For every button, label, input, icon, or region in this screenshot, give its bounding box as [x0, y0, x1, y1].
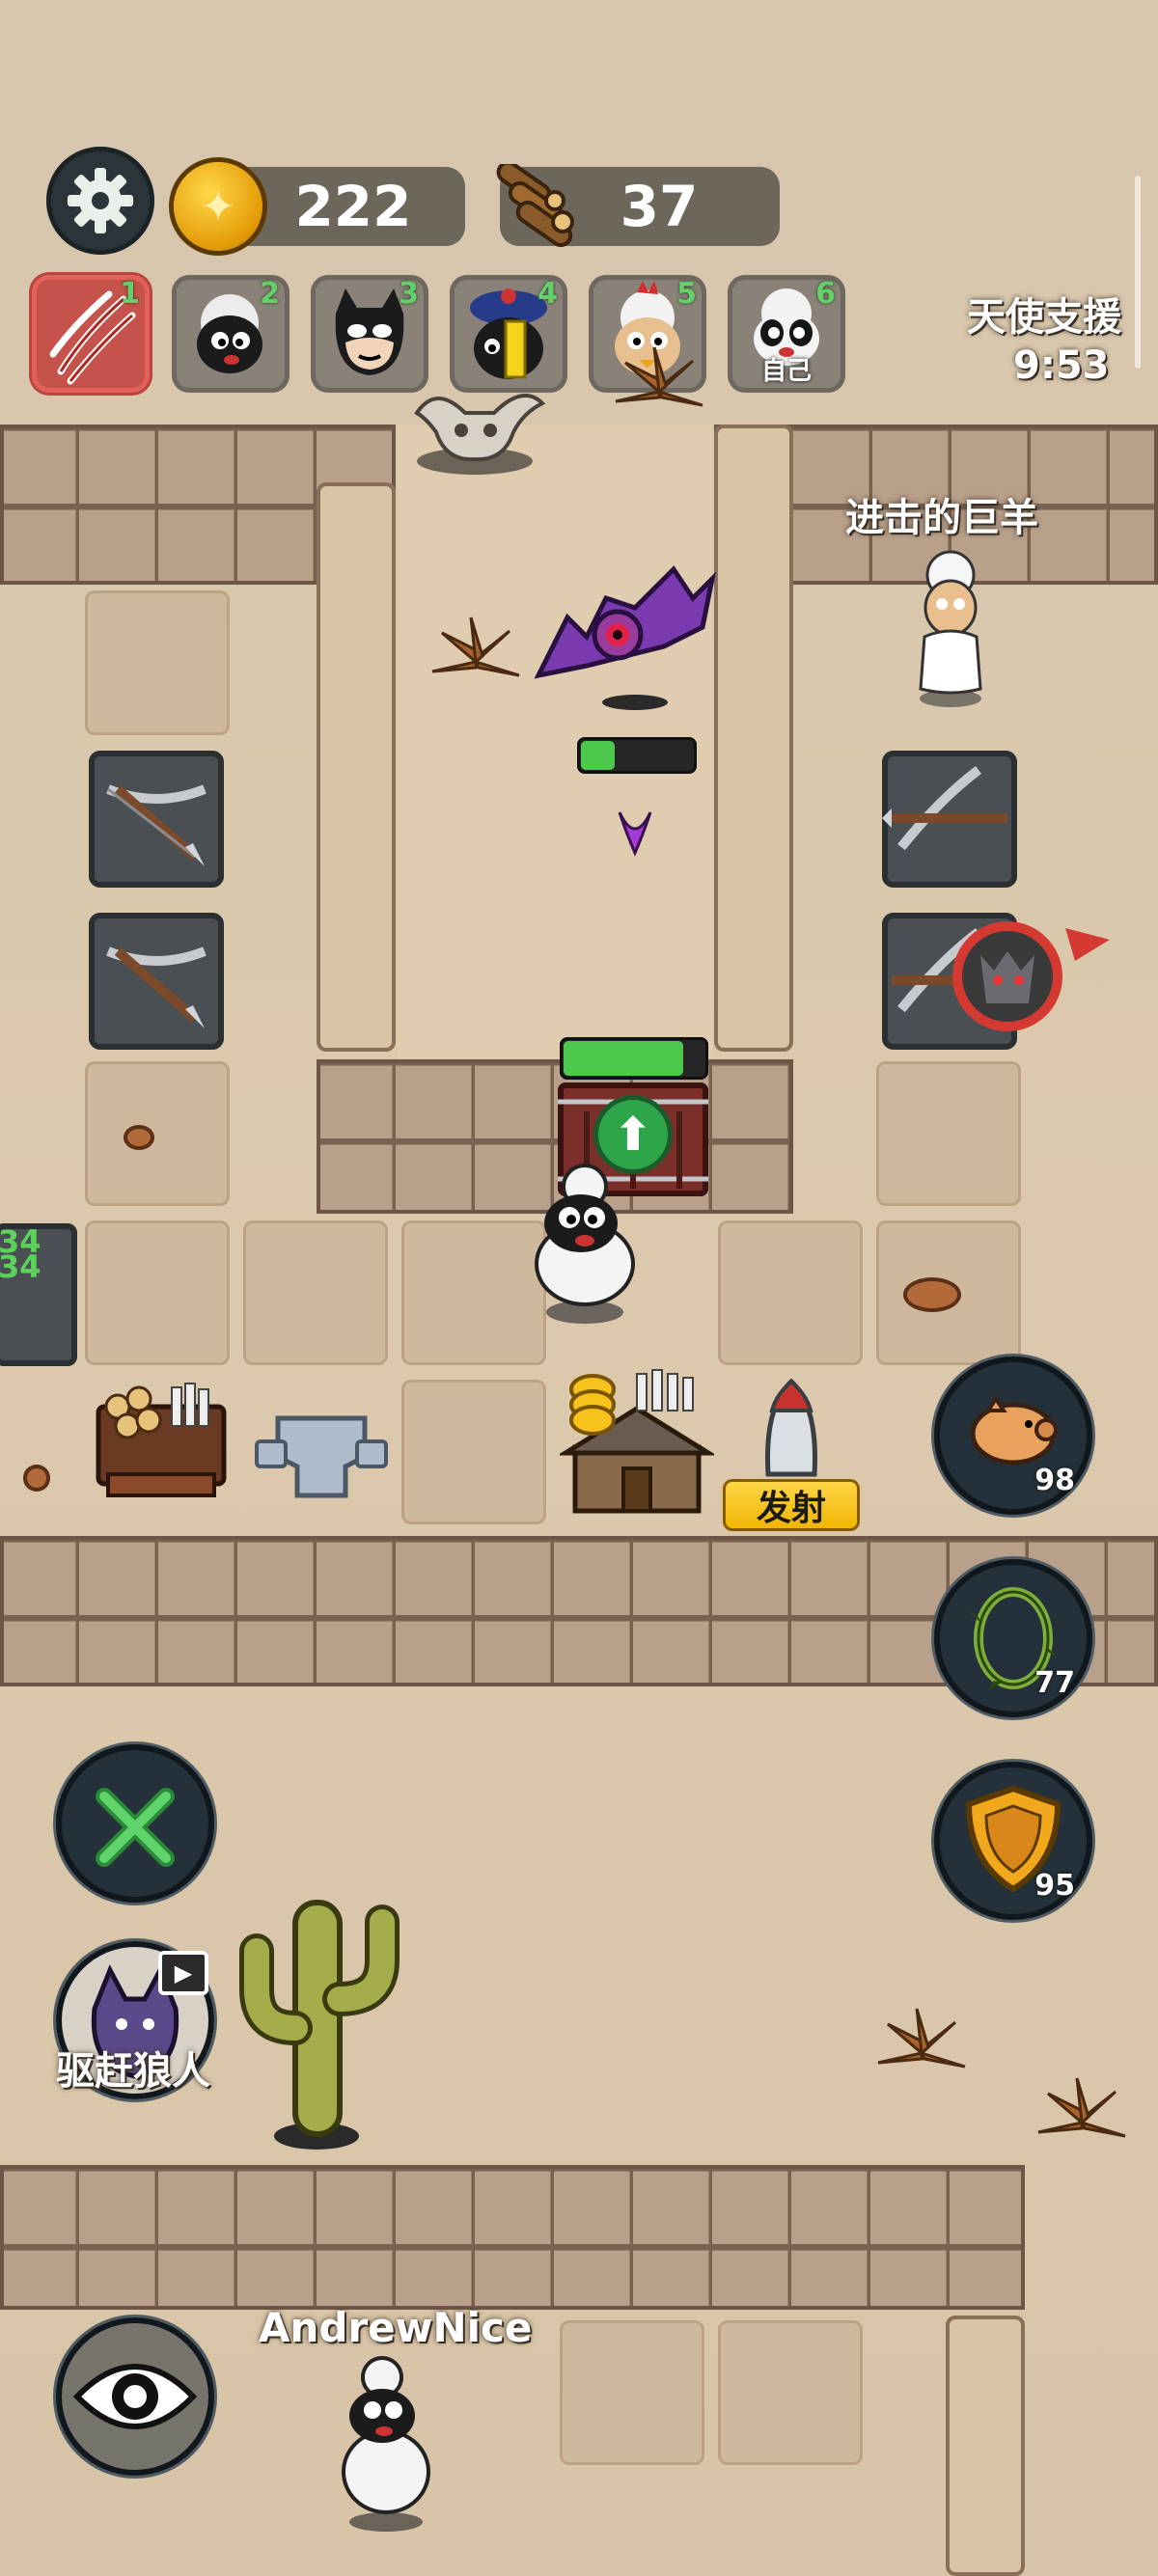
build-tools-button[interactable]	[56, 1744, 214, 1903]
anvil-building[interactable]	[249, 1389, 394, 1515]
thorn-ring-button[interactable]: 77	[934, 1559, 1092, 1717]
right-wall-bottom	[946, 2316, 1025, 2576]
piggy-bank-count: 98	[1034, 1464, 1075, 1497]
lumber-crate-building[interactable]	[89, 1368, 234, 1513]
corridor-wall-right	[714, 425, 793, 1052]
wood-logs-icon	[496, 164, 574, 247]
eye-icon	[72, 2364, 198, 2429]
edge-tower[interactable]: 34 34	[0, 1223, 77, 1366]
thorn-ring-count: 77	[1034, 1666, 1075, 1700]
crossbow-tower[interactable]	[882, 751, 1017, 888]
dry-plant-icon	[431, 617, 520, 677]
edge-tower-number: 34	[0, 1248, 41, 1285]
shield-count: 95	[1034, 1869, 1075, 1903]
slot-self-label: 自己	[760, 357, 812, 386]
rock	[124, 1125, 154, 1150]
wall-bottom-row	[0, 2165, 1025, 2310]
gold-coin-icon: ✦	[174, 162, 262, 251]
gate-health-fill	[564, 1041, 683, 1076]
shield-button[interactable]: 95	[934, 1762, 1092, 1920]
settings-button[interactable]	[46, 147, 154, 255]
crossbow-icon	[882, 766, 1007, 851]
angel-support-timer: 9:53	[1013, 343, 1110, 388]
giant-sheep-label: 进击的巨羊	[845, 496, 1038, 540]
gate-health-bar	[560, 1037, 708, 1080]
missile-icon	[765, 1378, 817, 1477]
slot-number: 5	[676, 277, 697, 311]
bat-health-fill	[581, 741, 615, 770]
player-sheep-avatar[interactable]	[322, 2352, 448, 2535]
video-ad-icon: ▶	[158, 1951, 208, 1995]
floor-tile[interactable]	[243, 1220, 388, 1365]
crossbow-tower[interactable]	[89, 913, 224, 1050]
bat-enemy[interactable]	[529, 540, 722, 714]
slot-number: 3	[399, 277, 419, 311]
gold-house-building[interactable]	[560, 1360, 714, 1524]
scrollbar[interactable]	[1135, 176, 1141, 369]
slot-number: 2	[260, 277, 280, 311]
rock	[23, 1465, 50, 1492]
launch-button[interactable]: 发射	[723, 1479, 860, 1531]
player-name: AndrewNice	[259, 2304, 533, 2351]
animal-skull-icon	[414, 394, 546, 475]
dry-plant-icon	[1037, 2077, 1126, 2138]
floor-tile[interactable]	[718, 2320, 863, 2465]
dry-plant-icon	[615, 346, 703, 407]
slot-number: 6	[815, 277, 836, 311]
wrench-hammer-icon	[96, 1788, 175, 1867]
bat-health-bar	[577, 737, 697, 774]
floor-tile[interactable]	[560, 2320, 704, 2465]
giant-sheep-unit[interactable]	[897, 548, 1004, 712]
slot-number: 4	[538, 277, 558, 311]
werewolf-target-marker[interactable]	[951, 917, 1117, 1036]
crossbow-tower[interactable]	[89, 751, 224, 888]
dry-plant-icon	[877, 2008, 966, 2069]
floor-tile[interactable]	[85, 1220, 230, 1365]
player-sheep-unit[interactable]	[517, 1158, 652, 1328]
team-slot-6[interactable]: 6 自己	[728, 275, 845, 393]
view-toggle-button[interactable]	[56, 2317, 214, 2476]
crossbow-icon	[106, 784, 207, 866]
drive-away-werewolf-label[interactable]: 驱赶狼人	[56, 2040, 210, 2096]
rock	[903, 1277, 961, 1312]
floor-tile[interactable]	[85, 590, 230, 735]
angel-support-label[interactable]: 天使支援	[967, 286, 1121, 342]
gold-amount: 222	[294, 174, 412, 239]
floor-tile[interactable]	[718, 1220, 863, 1365]
claw-projectile-icon	[618, 811, 652, 857]
team-slot-2[interactable]: 2	[172, 275, 290, 393]
piggy-bank-button[interactable]: 98	[934, 1357, 1092, 1515]
corridor-wall-left	[317, 482, 396, 1052]
cactus-icon	[239, 1900, 400, 2150]
floor-tile[interactable]	[85, 1061, 230, 1206]
wood-amount: 37	[620, 174, 699, 239]
crossbow-icon	[106, 946, 207, 1028]
slot-number: 1	[120, 277, 140, 311]
floor-tile[interactable]	[401, 1380, 546, 1524]
team-slot-1[interactable]: 1	[32, 275, 150, 393]
gear-icon	[68, 168, 133, 233]
floor-tile[interactable]	[876, 1061, 1021, 1206]
